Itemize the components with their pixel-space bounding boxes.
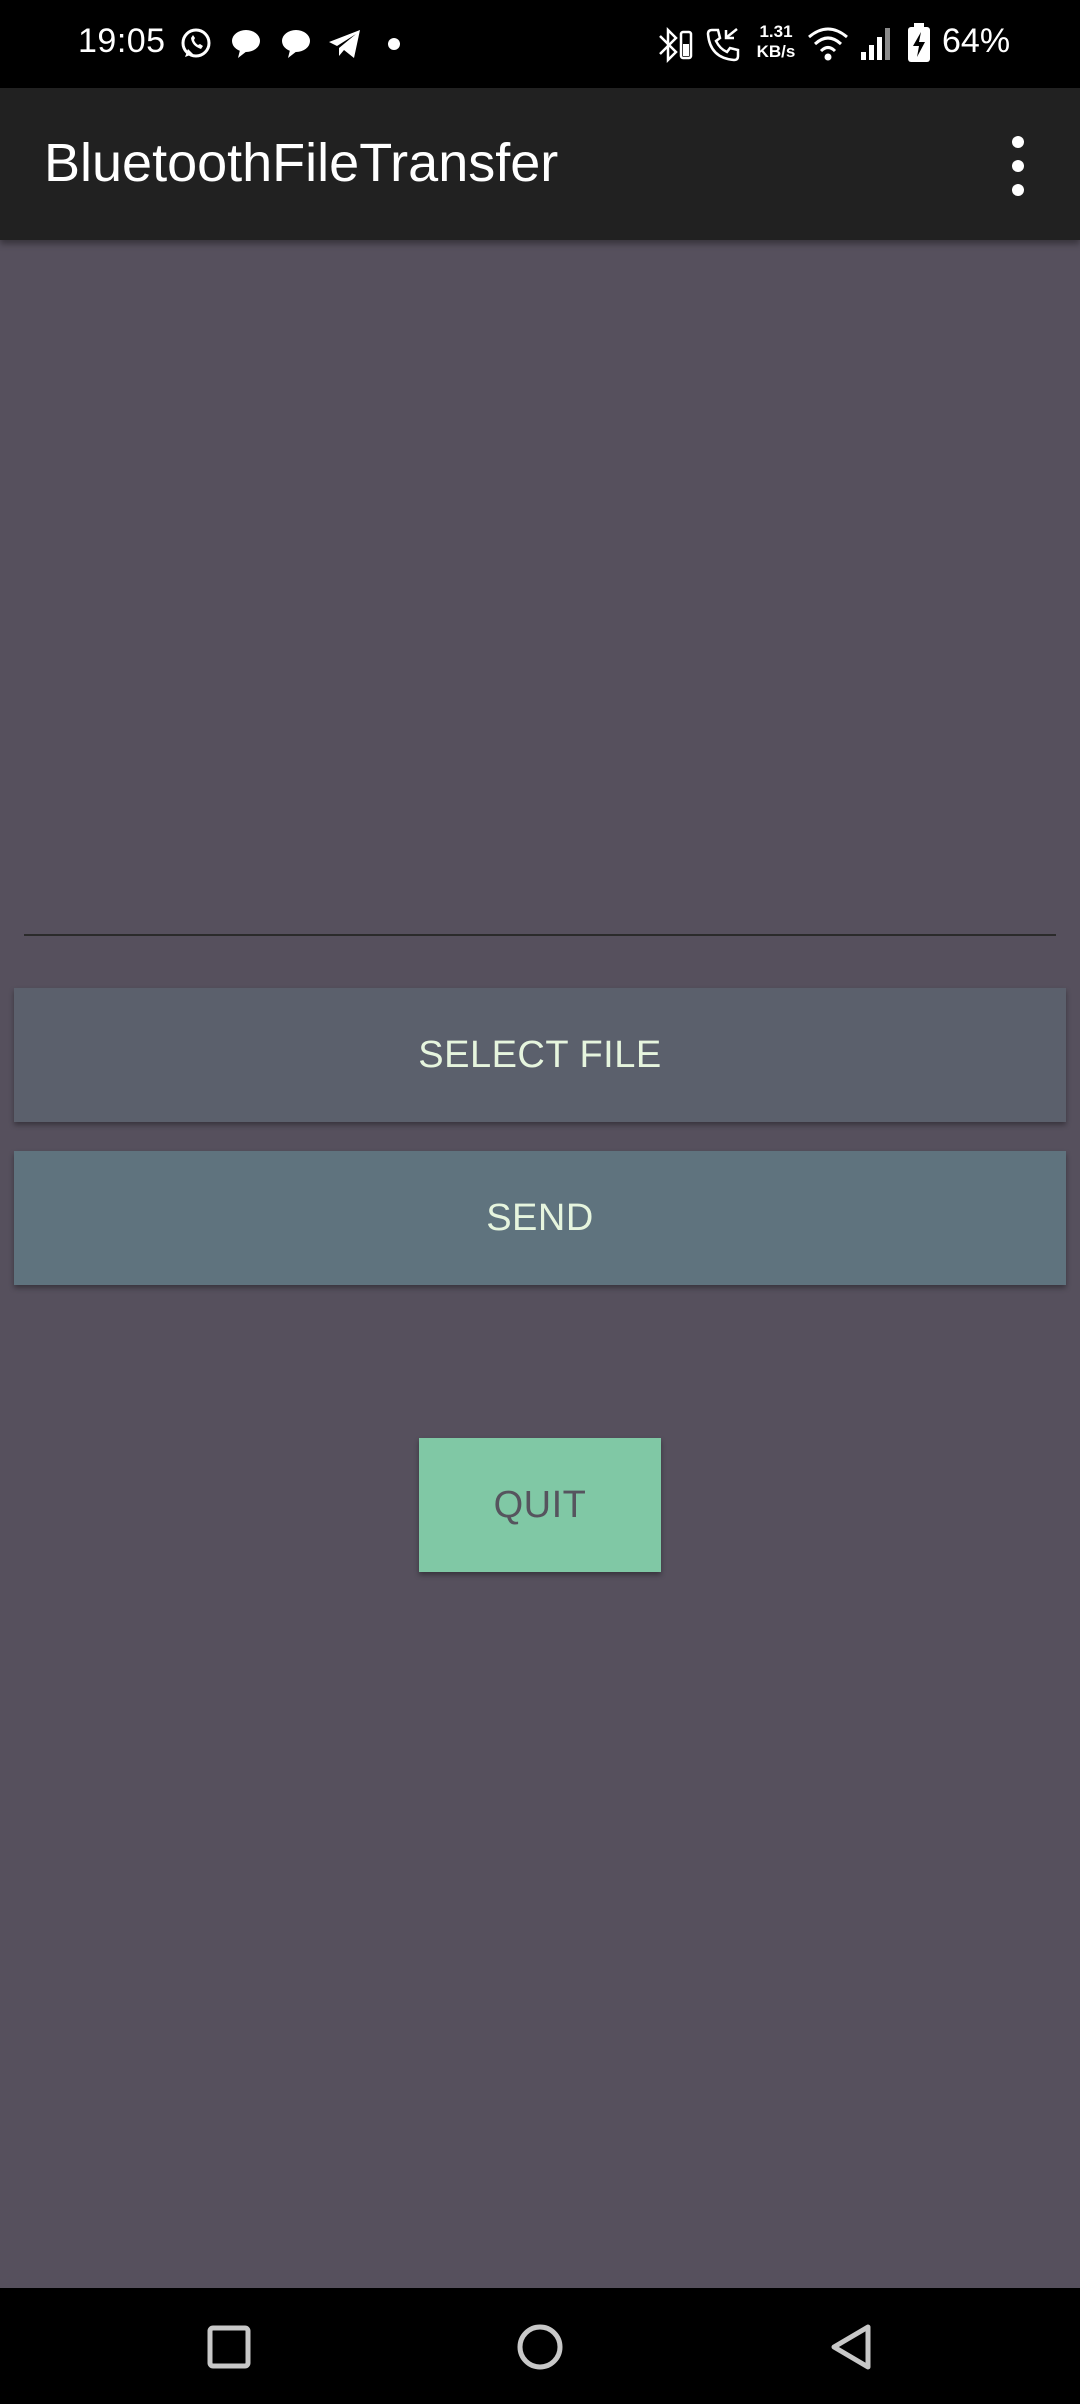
signal-icon [861,28,890,60]
bluetooth-battery-icon [659,26,693,64]
back-icon [831,2324,871,2370]
home-button[interactable] [480,2308,600,2384]
network-speed-value: 1.31 [759,22,793,41]
dot-icon [388,38,400,50]
app-bar: BluetoothFileTransfer [0,88,1080,240]
network-speed-unit: KB/s [756,42,796,61]
network-speed: 1.31 KB/s [754,22,798,62]
recents-button[interactable] [168,2308,288,2384]
send-button[interactable]: SEND [14,1151,1066,1285]
chat-bubble-icon [232,30,260,58]
back-button[interactable] [790,2308,910,2384]
status-time: 19:05 [78,22,166,60]
home-icon [517,2324,563,2370]
whatsapp-icon [181,28,211,58]
file-path-field[interactable] [24,846,1056,936]
quit-button[interactable]: QUIT [419,1438,661,1572]
battery-percent: 64% [942,22,1011,60]
recents-icon [207,2325,251,2369]
select-file-button[interactable]: SELECT FILE [14,988,1066,1122]
more-vert-icon [1012,136,1024,148]
chat-bubble-icon [282,30,310,58]
status-bar: 19:05 1.31 KB/s 64% [0,0,1080,88]
telegram-icon [329,30,360,58]
navigation-bar [0,2288,1080,2404]
battery-charging-icon [908,23,930,62]
page-title: BluetoothFileTransfer [44,133,559,193]
wifi-icon [808,27,848,61]
call-icon [706,28,740,62]
more-options-button[interactable] [994,128,1042,204]
